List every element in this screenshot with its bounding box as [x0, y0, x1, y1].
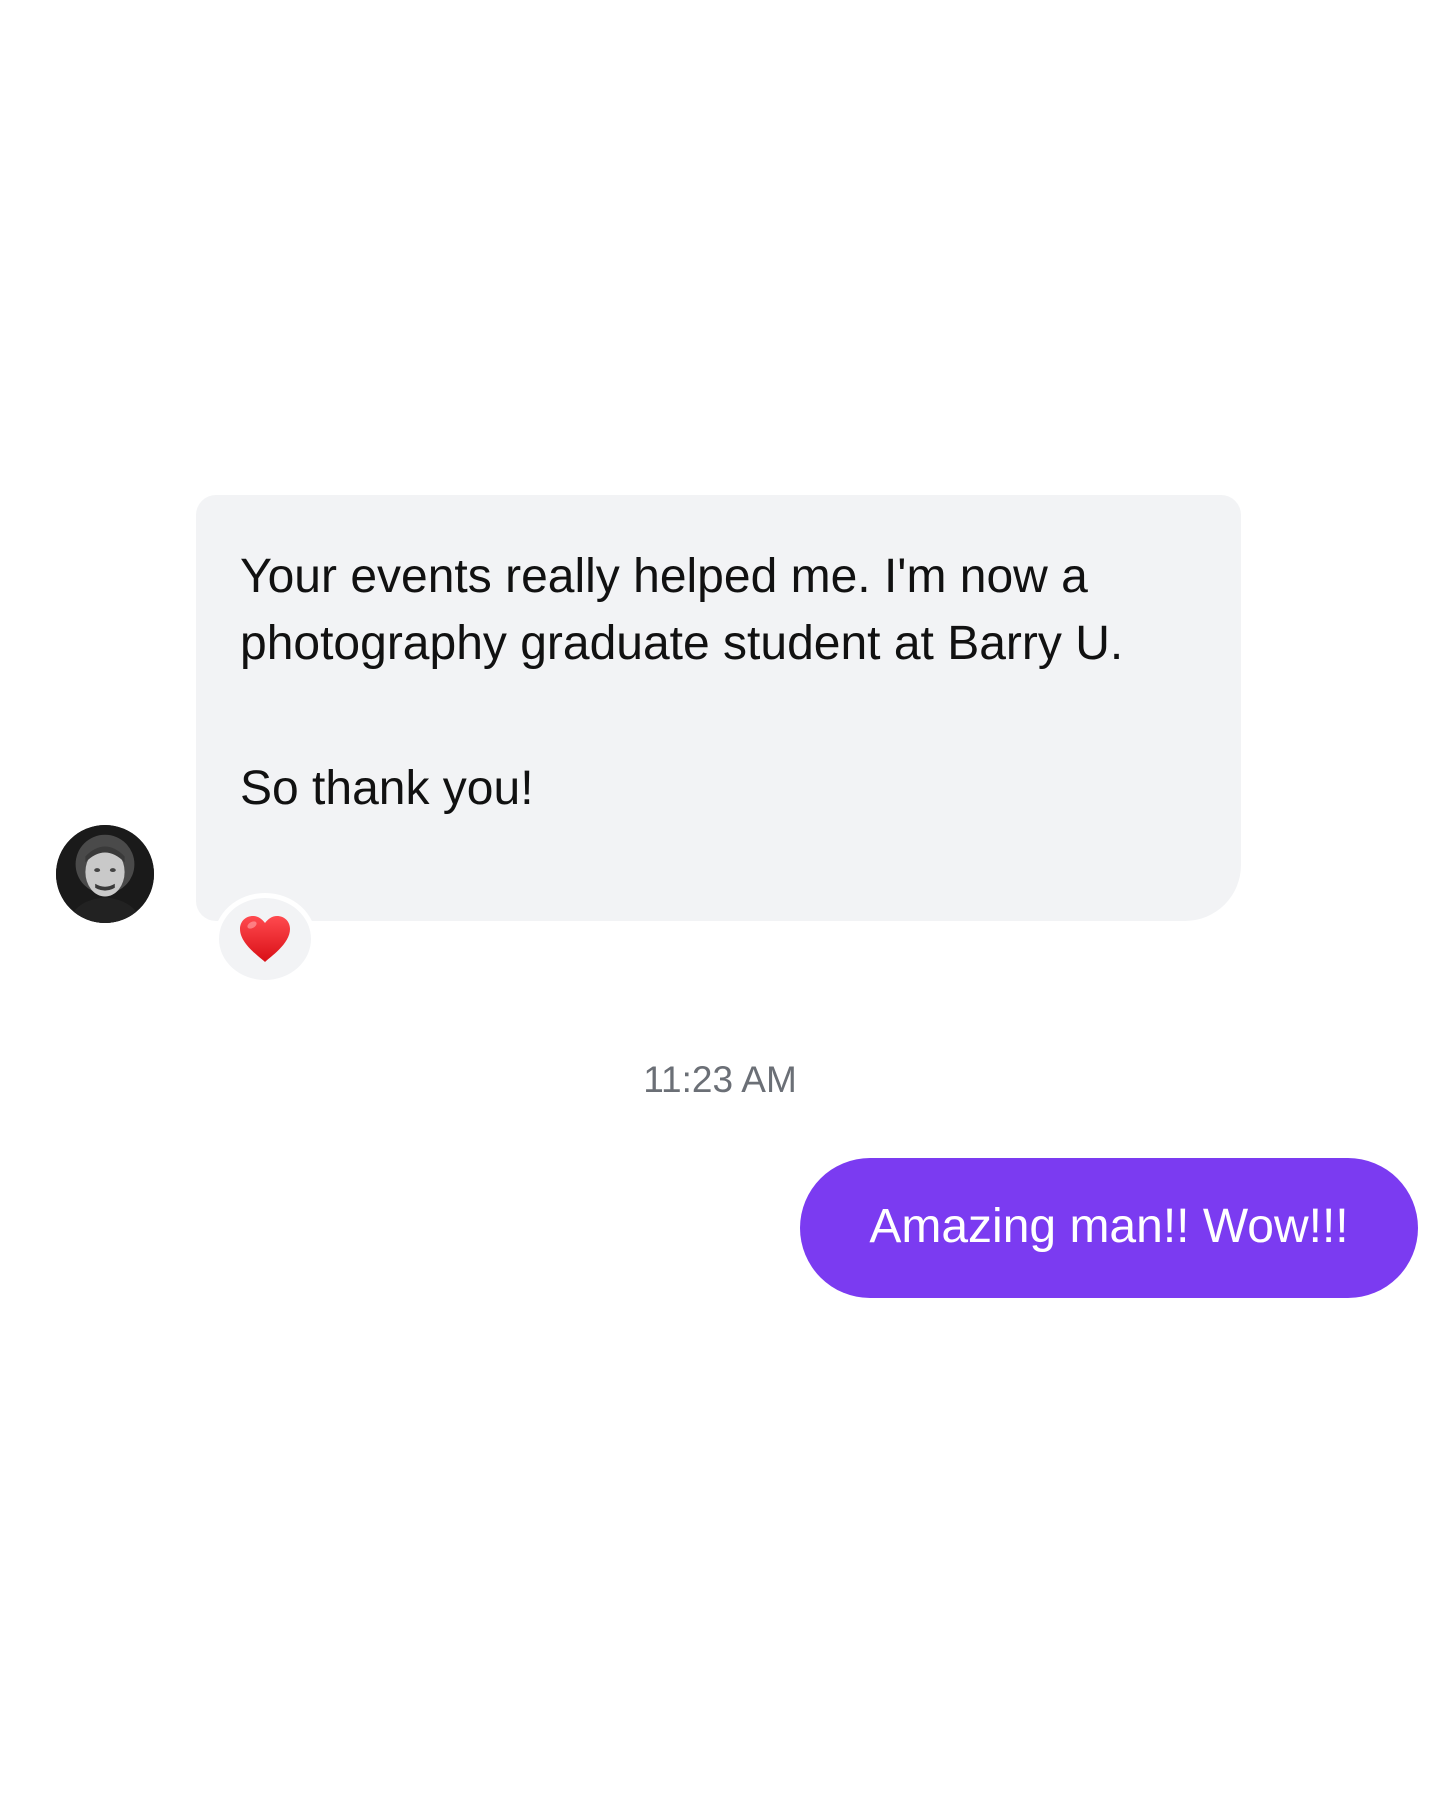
incoming-message-paragraph: Your events really helped me. I'm now a … — [240, 550, 1124, 670]
incoming-message-paragraph: So thank you! — [240, 762, 534, 815]
red-heart-icon — [240, 916, 290, 962]
user-avatar-photo-icon — [56, 825, 154, 923]
message-thread: Your events really helped me. I'm now a … — [0, 0, 1440, 1798]
incoming-message-bubble[interactable]: Your events really helped me. I'm now a … — [196, 495, 1241, 921]
sender-avatar[interactable] — [56, 825, 154, 923]
outgoing-message-bubble[interactable]: Amazing man!! Wow!!! — [800, 1158, 1418, 1298]
outgoing-message-text: Amazing man!! Wow!!! — [869, 1199, 1349, 1253]
message-timestamp: 11:23 AM — [643, 1059, 797, 1100]
message-reaction[interactable] — [214, 893, 316, 985]
